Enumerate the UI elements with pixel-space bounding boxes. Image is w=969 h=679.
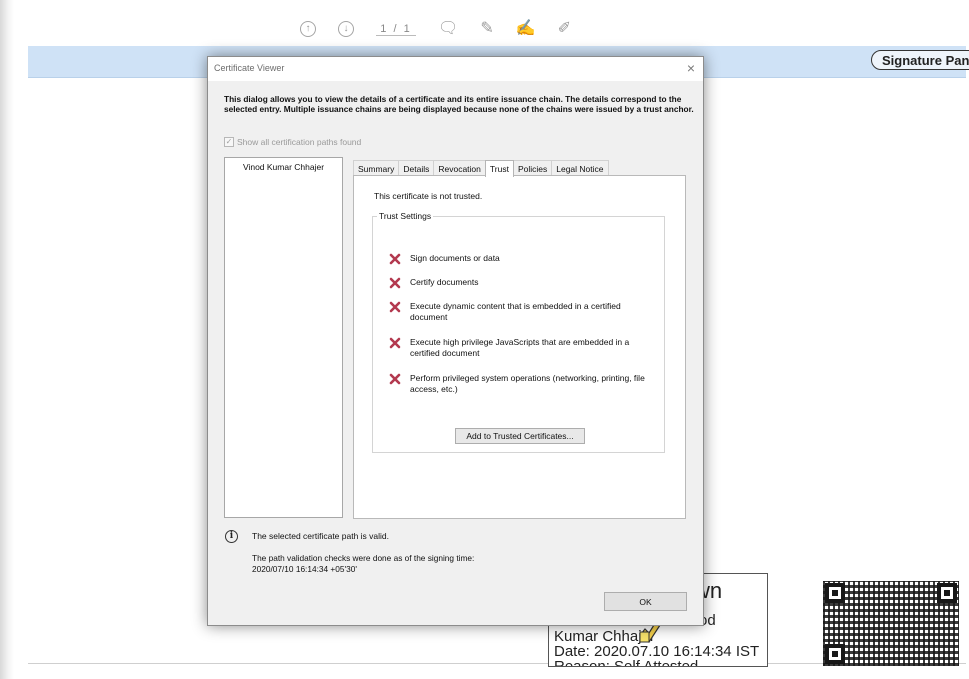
tab-details[interactable]: Details bbox=[398, 160, 435, 176]
window-edge-shadow bbox=[0, 0, 14, 679]
denied-x-icon bbox=[389, 277, 401, 289]
permission-label: Certify documents bbox=[410, 277, 479, 287]
denied-x-icon bbox=[389, 301, 401, 313]
permission-item: Sign documents or data bbox=[389, 253, 649, 265]
trust-settings-label: Trust Settings bbox=[377, 211, 434, 221]
permission-item: Execute high privilege JavaScripts that … bbox=[389, 337, 649, 359]
dialog-description: This dialog allows you to view the detai… bbox=[224, 94, 694, 114]
trust-settings-group: Trust Settings Sign documents or data Ce… bbox=[372, 211, 665, 453]
page-number-field[interactable]: 1 / 1 bbox=[376, 23, 416, 36]
qr-code bbox=[823, 581, 959, 666]
qr-finder-pattern bbox=[937, 583, 957, 603]
dialog-titlebar[interactable]: Certificate Viewer × bbox=[208, 57, 703, 81]
checkbox-checked-icon[interactable]: ✓ bbox=[224, 137, 234, 147]
denied-x-icon bbox=[389, 373, 401, 385]
permission-item: Perform privileged system operations (ne… bbox=[389, 373, 649, 395]
certificate-viewer-dialog: Certificate Viewer × This dialog allows … bbox=[207, 56, 704, 626]
show-all-paths-label: Show all certification paths found bbox=[237, 137, 362, 147]
certificate-chain-list[interactable]: Vinod Kumar Chhajer bbox=[224, 157, 343, 518]
sign-icon[interactable]: ✐ bbox=[558, 21, 571, 37]
next-page-icon[interactable]: ↓ bbox=[338, 21, 354, 37]
permission-item: Execute dynamic content that is embedded… bbox=[389, 301, 649, 323]
ok-button[interactable]: OK bbox=[604, 592, 687, 611]
denied-x-icon bbox=[389, 253, 401, 265]
path-valid-text: The selected certificate path is valid. bbox=[252, 531, 390, 541]
prev-page-icon[interactable]: ↑ bbox=[300, 21, 316, 37]
validation-line-1: The path validation checks were done as … bbox=[252, 553, 475, 563]
dialog-title: Certificate Viewer bbox=[214, 63, 285, 73]
add-to-trusted-certificates-button[interactable]: Add to Trusted Certificates... bbox=[455, 428, 585, 444]
certificate-tabs: Summary Details Revocation Trust Policie… bbox=[353, 160, 609, 177]
qr-finder-pattern bbox=[825, 583, 845, 603]
chain-item[interactable]: Vinod Kumar Chhajer bbox=[225, 158, 342, 172]
permission-label: Perform privileged system operations (ne… bbox=[410, 373, 645, 394]
qr-finder-pattern bbox=[825, 644, 845, 664]
tab-summary[interactable]: Summary bbox=[353, 160, 400, 176]
signature-panel-button[interactable]: Signature Panel bbox=[871, 50, 969, 70]
validation-line-2: 2020/07/10 16:14:34 +05'30' bbox=[252, 564, 357, 574]
tab-trust[interactable]: Trust bbox=[484, 160, 514, 177]
denied-x-icon bbox=[389, 337, 401, 349]
stamp-line-4: Reason: Self Attested bbox=[554, 658, 699, 667]
close-icon[interactable]: × bbox=[687, 60, 695, 76]
info-icon: i bbox=[225, 530, 238, 543]
highlight-pen-icon[interactable]: ✎ bbox=[480, 21, 493, 37]
tab-policies[interactable]: Policies bbox=[512, 160, 553, 176]
draw-icon[interactable]: ✍ bbox=[516, 21, 536, 37]
trust-status-text: This certificate is not trusted. bbox=[374, 191, 483, 201]
permission-label: Sign documents or data bbox=[410, 253, 500, 263]
validation-time-text: The path validation checks were done as … bbox=[252, 553, 474, 575]
permission-label: Execute high privilege JavaScripts that … bbox=[410, 337, 630, 358]
tab-revocation[interactable]: Revocation bbox=[433, 160, 486, 176]
top-toolbar: ↑ ↓ 1 / 1 🗨 ✎ ✍ ✐ bbox=[300, 14, 600, 44]
permission-item: Certify documents bbox=[389, 277, 649, 289]
show-all-paths-checkbox[interactable]: ✓ Show all certification paths found bbox=[224, 137, 361, 147]
permission-label: Execute dynamic content that is embedded… bbox=[410, 301, 621, 322]
trust-tab-panel: This certificate is not trusted. Trust S… bbox=[353, 175, 686, 519]
tab-legal-notice[interactable]: Legal Notice bbox=[551, 160, 609, 176]
comment-icon[interactable]: 🗨 bbox=[438, 21, 458, 37]
